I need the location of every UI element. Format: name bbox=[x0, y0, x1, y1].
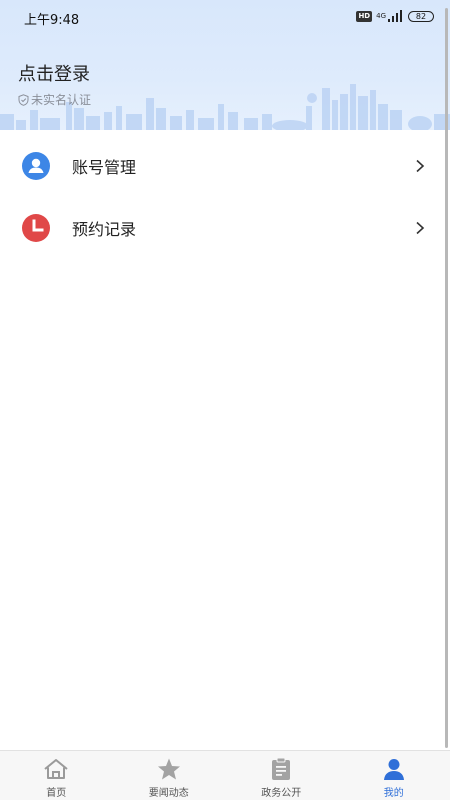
menu-item-appointments[interactable]: 预约记录 bbox=[0, 197, 450, 259]
menu-list: 账号管理 预约记录 bbox=[0, 135, 450, 259]
tab-label: 要闻动态 bbox=[148, 788, 189, 799]
signal-icon bbox=[388, 10, 402, 22]
tab-label: 我的 bbox=[383, 788, 404, 799]
battery-icon: 82 bbox=[408, 10, 434, 22]
status-bar: 上午9:48 HD 4G 82 bbox=[0, 0, 450, 32]
menu-item-account[interactable]: 账号管理 bbox=[0, 135, 450, 197]
hd-badge: HD bbox=[356, 10, 373, 22]
home-icon bbox=[44, 759, 68, 779]
clock-icon bbox=[22, 214, 50, 242]
verify-status-label: 未实名认证 bbox=[31, 93, 92, 107]
battery-level: 82 bbox=[415, 11, 427, 21]
tab-home[interactable]: 首页 bbox=[0, 751, 113, 800]
star-icon bbox=[157, 758, 180, 780]
tab-label: 首页 bbox=[46, 788, 67, 799]
user-circle-icon bbox=[22, 152, 50, 180]
status-time: 上午9:48 bbox=[24, 13, 80, 28]
login-prompt[interactable]: 点击登录 bbox=[18, 60, 90, 86]
status-indicators: HD 4G 82 bbox=[356, 9, 434, 23]
chevron-right-icon bbox=[416, 221, 425, 235]
clipboard-icon bbox=[272, 757, 291, 780]
profile-header: 上午9:48 HD 4G 82 点击登录 未实名认证 bbox=[0, 0, 450, 130]
tab-government[interactable]: 政务公开 bbox=[225, 751, 338, 800]
tab-label: 政务公开 bbox=[261, 788, 302, 799]
verify-status: 未实名认证 bbox=[18, 91, 91, 108]
scrollbar[interactable] bbox=[445, 8, 448, 748]
tab-mine[interactable]: 我的 bbox=[338, 751, 450, 800]
bottom-tab-bar: 首页 要闻动态 政务公开 我的 bbox=[0, 750, 450, 800]
shield-icon bbox=[18, 93, 29, 106]
menu-item-label: 预约记录 bbox=[72, 220, 137, 239]
chevron-right-icon bbox=[416, 159, 425, 173]
user-icon bbox=[383, 759, 404, 780]
menu-item-label: 账号管理 bbox=[72, 158, 137, 177]
tab-news[interactable]: 要闻动态 bbox=[113, 751, 226, 800]
network-type: 4G bbox=[376, 11, 386, 20]
